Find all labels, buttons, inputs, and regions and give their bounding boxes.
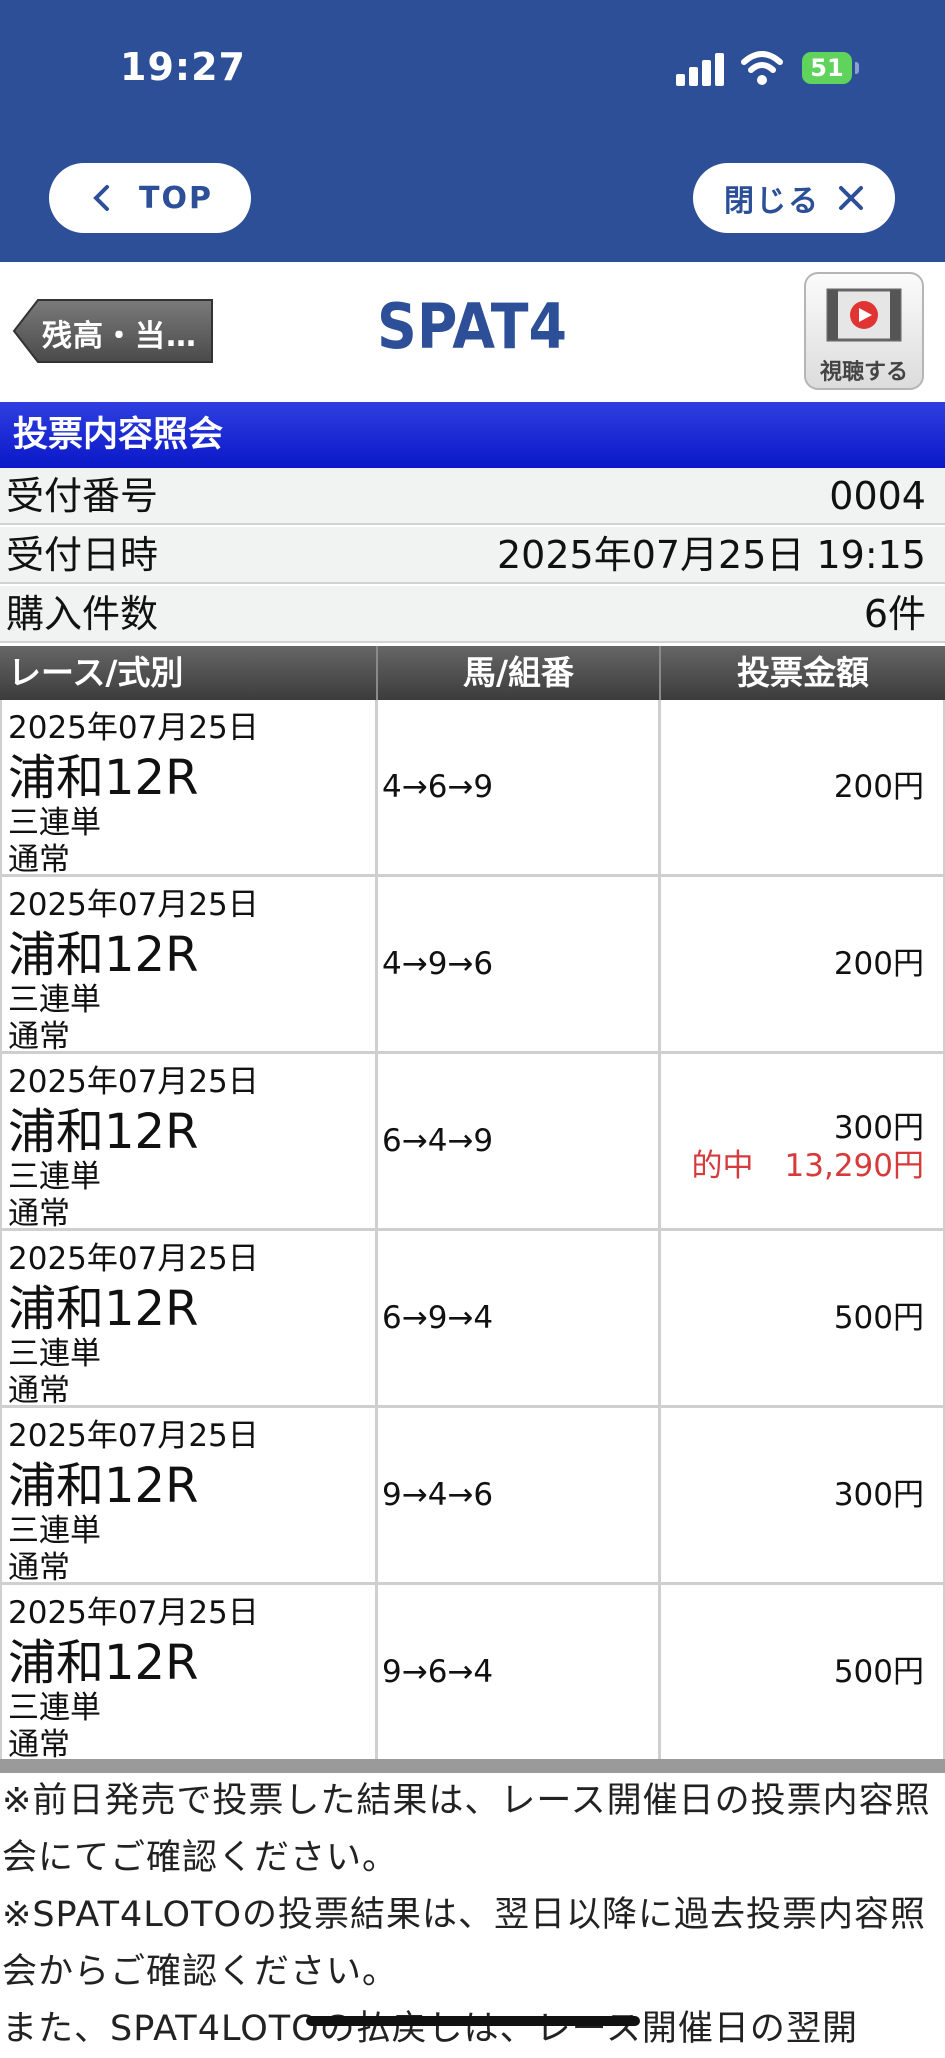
combination: 4→6→9 — [382, 769, 494, 805]
bet-amount: 200円 — [833, 946, 924, 982]
amount-cell: 300円 — [661, 1408, 945, 1582]
table-row: 2025年07月25日 浦和12R 三連単 通常 4→9→6 200円 — [0, 877, 945, 1055]
combination-cell: 6→9→4 — [378, 1231, 661, 1405]
bet-kind: 通常 — [8, 1727, 70, 1763]
info-value: 2025年07月25日 19:15 — [496, 533, 926, 577]
note-text: また、SPAT4LOTOの払戻しは、レース開催日の翌開 — [2, 2009, 858, 2049]
amount-cell: 500円 — [661, 1231, 945, 1405]
bets-table-header: レース/式別 馬/組番 投票金額 — [0, 646, 945, 700]
info-label: 購入件数 — [6, 592, 159, 636]
chevron-left-icon — [93, 185, 110, 211]
close-button-label: 閉じる — [724, 184, 820, 219]
battery-icon: 51 — [802, 52, 852, 84]
bet-amount: 500円 — [833, 1654, 924, 1690]
spat4-logo: SPAT4 — [377, 292, 567, 360]
combination-cell: 9→4→6 — [378, 1408, 661, 1582]
back-button-label[interactable]: 残高・当… — [42, 311, 197, 355]
column-header-combination: 馬/組番 — [378, 646, 661, 700]
receipt-datetime-row: 受付日時 2025年07月25日 19:15 — [0, 527, 945, 584]
info-label: 受付日時 — [6, 533, 159, 577]
race-cell: 2025年07月25日 浦和12R 三連単 通常 — [0, 700, 378, 878]
film-play-icon — [826, 288, 902, 342]
wifi-icon — [741, 51, 783, 85]
note-text: ※前日発売で投票した結果は、レース開催日の投票内容照会にてご確認ください。 — [2, 1781, 931, 1878]
column-header-race: レース/式別 — [0, 646, 378, 700]
bet-amount: 500円 — [833, 1300, 924, 1336]
purchase-count-row: 購入件数 6件 — [0, 586, 945, 643]
combination-cell: 9→6→4 — [378, 1585, 661, 1759]
page-title: 投票内容照会 — [0, 402, 945, 468]
amount-cell: 200円 — [661, 877, 945, 1051]
combination: 4→9→6 — [382, 946, 494, 982]
svg-text:SPAT4: SPAT4 — [377, 292, 567, 360]
amount-cell: 200円 — [661, 700, 945, 874]
info-value: 6件 — [863, 592, 926, 636]
race-cell: 2025年07月25日 浦和12R 三連単 通常 — [0, 1408, 378, 1586]
combination: 6→4→9 — [382, 1123, 494, 1159]
table-row: 2025年07月25日 浦和12R 三連単 通常 6→4→9 300円 的中 1… — [0, 1054, 945, 1232]
battery-level: 51 — [810, 54, 844, 82]
receipt-number-row: 受付番号 0004 — [0, 468, 945, 525]
bet-kind: 通常 — [8, 1373, 70, 1409]
race-cell: 2025年07月25日 浦和12R 三連単 通常 — [0, 1054, 378, 1232]
combination: 6→9→4 — [382, 1300, 494, 1336]
cellular-signal-icon — [676, 52, 728, 86]
battery-tip — [855, 62, 859, 74]
close-button[interactable]: 閉じる — [693, 163, 895, 233]
table-row: 2025年07月25日 浦和12R 三連単 通常 4→6→9 200円 — [0, 700, 945, 878]
combination-cell: 4→6→9 — [378, 700, 661, 874]
info-label: 受付番号 — [6, 474, 159, 518]
status-time: 19:27 — [120, 45, 246, 89]
table-row: 2025年07月25日 浦和12R 三連単 通常 9→6→4 500円 — [0, 1585, 945, 1763]
bet-amount: 200円 — [833, 769, 924, 805]
win-payout: 的中 13,290円 — [691, 1148, 924, 1184]
bet-kind: 通常 — [8, 842, 70, 878]
watch-video-button[interactable]: 視聴する — [804, 272, 924, 390]
top-button-label: TOP — [139, 180, 213, 216]
amount-cell: 300円 的中 13,290円 — [661, 1054, 945, 1228]
column-header-amount: 投票金額 — [737, 653, 869, 692]
combination: 9→6→4 — [382, 1654, 494, 1690]
close-icon — [839, 186, 863, 210]
table-row: 2025年07月25日 浦和12R 三連単 通常 6→9→4 500円 — [0, 1231, 945, 1409]
bet-kind: 通常 — [8, 1550, 70, 1586]
home-indicator[interactable] — [306, 2016, 640, 2026]
info-value: 0004 — [829, 474, 926, 518]
bet-kind: 通常 — [8, 1196, 70, 1232]
bet-amount: 300円 — [833, 1477, 924, 1513]
top-button[interactable]: TOP — [49, 163, 251, 233]
combination-cell: 4→9→6 — [378, 877, 661, 1051]
race-cell: 2025年07月25日 浦和12R 三連単 通常 — [0, 1585, 378, 1763]
race-cell: 2025年07月25日 浦和12R 三連単 通常 — [0, 1231, 378, 1409]
table-footer-divider — [0, 1759, 945, 1773]
bet-kind: 通常 — [8, 1019, 70, 1055]
watch-video-label: 視聴する — [819, 360, 908, 385]
table-row: 2025年07月25日 浦和12R 三連単 通常 9→4→6 300円 — [0, 1408, 945, 1586]
combination: 9→4→6 — [382, 1477, 494, 1513]
note-text: ※SPAT4LOTOの投票結果は、翌日以降に過去投票内容照会からご確認ください。 — [2, 1895, 927, 1992]
amount-cell: 500円 — [661, 1585, 945, 1759]
combination-cell: 6→4→9 — [378, 1054, 661, 1228]
race-cell: 2025年07月25日 浦和12R 三連単 通常 — [0, 877, 378, 1055]
